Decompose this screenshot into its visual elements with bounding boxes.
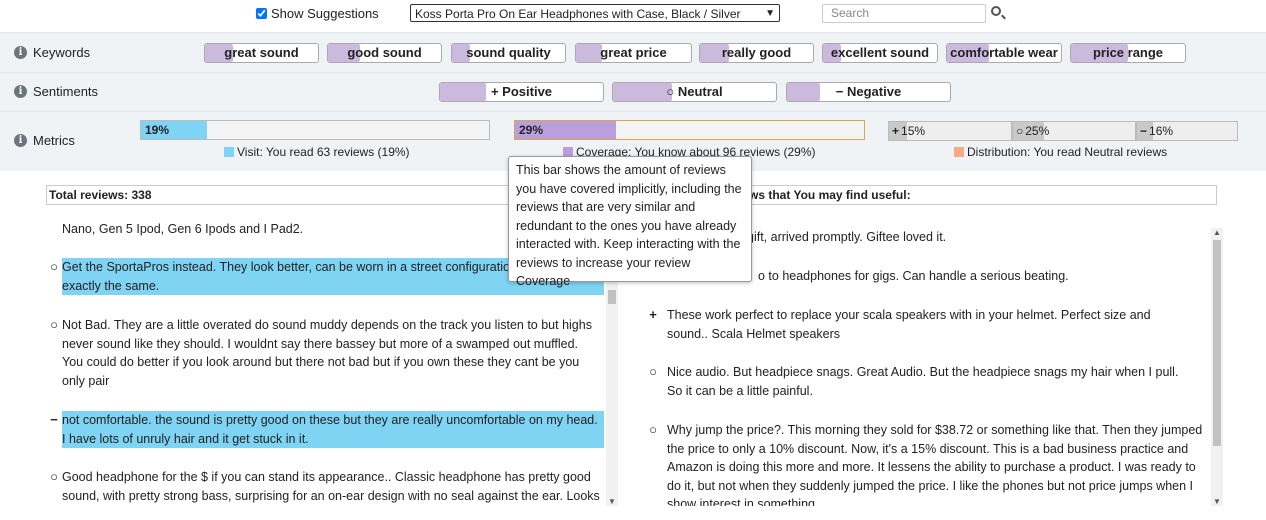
negative-icon: − (50, 412, 58, 427)
coverage-tooltip: This bar shows the amount of reviews you… (508, 156, 752, 288)
keyword-fill (576, 44, 603, 62)
keywords-label-group: i Keywords (14, 45, 90, 60)
sentiment-neutral-button[interactable]: ○ Neutral (612, 82, 777, 102)
circle-icon: ○ (666, 84, 675, 99)
distribution-swatch (954, 147, 964, 157)
distribution-positive-bar[interactable]: +15% (888, 121, 1012, 141)
coverage-bar[interactable]: 29% (514, 120, 865, 140)
review-text: Good headphone for the $ if you can stan… (62, 470, 600, 503)
sentiment-negative-button[interactable]: − Negative (786, 82, 951, 102)
distribution-legend: Distribution: You read Neutral reviews (954, 145, 1167, 159)
sentiment-fill (440, 83, 486, 101)
sentiment-fill (787, 83, 820, 101)
scroll-up-icon[interactable]: ▲ (1211, 228, 1223, 237)
review-item[interactable]: ○ Not Bad. They are a little overated do… (46, 316, 604, 390)
keyword-chip[interactable]: excellent sound (822, 43, 938, 63)
scrollbar-thumb[interactable] (608, 290, 616, 304)
sentiment-label: Neutral (677, 84, 723, 99)
coverage-value: 29% (519, 123, 544, 137)
plus-icon: + (490, 84, 499, 99)
visit-bar[interactable]: 19% (140, 120, 490, 140)
sentiments-row: i Sentiments + Positive ○ Neutral − Nega… (0, 72, 1266, 111)
review-text: Why jump the price?. This morning they s… (667, 423, 1203, 506)
product-select[interactable]: Koss Porta Pro On Ear Headphones with Ca… (410, 4, 780, 22)
keyword-text: really good (721, 45, 792, 60)
suggested-review[interactable]: gift, arrived promptly. Giftee loved it. (747, 228, 1197, 247)
scrollbar-thumb[interactable] (1213, 240, 1221, 446)
scroll-down-icon[interactable]: ▼ (606, 497, 618, 506)
plus-icon: + (892, 124, 900, 138)
show-suggestions-label: Show Suggestions (271, 6, 379, 21)
keyword-text: comfortable wear (950, 45, 1058, 60)
neutral-icon: ○ (649, 422, 657, 437)
sentiments-label-group: i Sentiments (14, 84, 98, 99)
positive-icon: + (649, 307, 657, 322)
review-text: Nice audio. But headpiece snags. Great A… (667, 365, 1179, 398)
keyword-text: excellent sound (830, 45, 930, 60)
suggested-review[interactable]: o to headphones for gigs. Can handle a s… (758, 267, 1198, 286)
visit-legend: Visit: You read 63 reviews (19%) (224, 145, 410, 159)
sentiments-label: Sentiments (33, 84, 99, 99)
chevron-down-icon: ▼ (765, 8, 775, 19)
show-suggestions-checkbox[interactable]: Show Suggestions (256, 6, 379, 21)
keyword-chip[interactable]: really good (699, 43, 814, 63)
neutral-icon: ○ (50, 259, 58, 274)
top-bar: Show Suggestions Koss Porta Pro On Ear H… (0, 0, 1266, 32)
review-item[interactable]: ○ Good headphone for the $ if you can st… (46, 468, 604, 505)
checkbox-input[interactable] (256, 8, 267, 19)
search-input[interactable]: Search (822, 4, 986, 23)
sentiment-label: Negative (847, 84, 902, 99)
keyword-text: price range (1092, 45, 1164, 60)
neutral-icon: ○ (50, 317, 58, 332)
sentiment-label: Positive (502, 84, 553, 99)
visit-legend-text: Visit: You read 63 reviews (19%) (237, 145, 410, 159)
distribution-value: 15% (901, 124, 926, 138)
info-icon[interactable]: i (14, 85, 27, 98)
metrics-label: Metrics (33, 133, 75, 148)
visit-swatch (224, 147, 234, 157)
keyword-chip[interactable]: great sound (204, 43, 319, 63)
neutral-icon: ○ (50, 469, 58, 484)
review-text: o to headphones for gigs. Can handle a s… (758, 269, 1069, 283)
circle-icon: ○ (1016, 124, 1024, 138)
right-scrollbar[interactable]: ▲ ▼ (1211, 228, 1223, 506)
minus-icon: − (835, 84, 844, 99)
scroll-down-icon[interactable]: ▼ (1211, 497, 1223, 506)
keyword-chip[interactable]: great price (575, 43, 692, 63)
neutral-icon: ○ (649, 364, 657, 379)
metrics-label-group: i Metrics (14, 133, 75, 148)
keyword-chip[interactable]: price range (1070, 43, 1186, 63)
review-text: gift, arrived promptly. Giftee loved it. (747, 230, 947, 244)
keyword-text: great sound (224, 45, 299, 60)
info-icon[interactable]: i (14, 134, 27, 147)
sentiment-positive-button[interactable]: + Positive (439, 82, 604, 102)
review-item[interactable]: − not comfortable. the sound is pretty g… (46, 411, 604, 448)
product-select-value: Koss Porta Pro On Ear Headphones with Ca… (415, 7, 741, 21)
visit-value: 19% (145, 123, 170, 137)
review-text: Not Bad. They are a little overated do s… (62, 318, 592, 388)
sentiment-fill (613, 83, 672, 101)
keywords-label: Keywords (33, 45, 91, 60)
keyword-text: sound quality (466, 45, 551, 60)
review-text: not comfortable. the sound is pretty goo… (62, 411, 604, 448)
keyword-text: good sound (347, 45, 422, 60)
keyword-text: great price (600, 45, 667, 60)
keyword-chip[interactable]: good sound (327, 43, 442, 63)
suggested-review[interactable]: ○ Why jump the price?. This morning they… (645, 421, 1210, 506)
distribution-neutral-bar[interactable]: ○ 25% (1012, 121, 1136, 141)
keywords-row: i Keywords great sound good sound sound … (0, 32, 1266, 72)
distribution-legend-text: Distribution: You read Neutral reviews (967, 145, 1168, 159)
suggested-review[interactable]: + These work perfect to replace your sca… (645, 306, 1195, 343)
minus-icon: − (1140, 124, 1148, 138)
search-icon[interactable] (991, 6, 1001, 16)
distribution-value: 16% (1149, 124, 1174, 138)
keyword-chip[interactable]: sound quality (451, 43, 566, 63)
distribution-negative-bar[interactable]: −16% (1136, 121, 1238, 141)
keyword-chip[interactable]: comfortable wear (946, 43, 1062, 63)
info-icon[interactable]: i (14, 46, 27, 59)
suggested-review[interactable]: ○ Nice audio. But headpiece snags. Great… (645, 363, 1195, 400)
distribution-value: 25% (1025, 124, 1050, 138)
review-text: These work perfect to replace your scala… (667, 308, 1151, 341)
